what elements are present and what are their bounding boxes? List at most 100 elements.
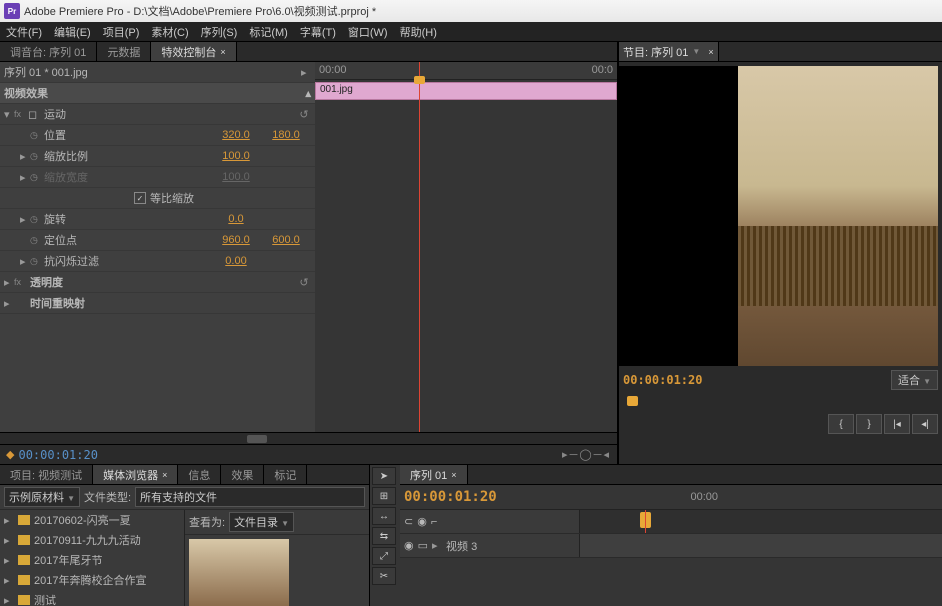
playhead-handle-icon[interactable] (627, 396, 638, 406)
horizontal-scrollbar[interactable] (0, 432, 617, 444)
close-icon[interactable]: × (451, 470, 456, 480)
expand-icon[interactable]: ▸ (20, 255, 30, 268)
mark-out-button[interactable]: } (856, 414, 882, 434)
program-transport: { } |◂ ◂| (619, 410, 942, 438)
tab-info[interactable]: 信息 (178, 465, 221, 484)
position-x-value[interactable]: 320.0 (211, 129, 261, 141)
tab-project[interactable]: 项目: 视频测试 (0, 465, 93, 484)
timeline-timecode[interactable]: 00:00:01:20 (404, 489, 497, 505)
zoom-slider[interactable]: ▸─◯─◂ (562, 448, 611, 461)
tab-metadata[interactable]: 元数据 (97, 42, 151, 61)
uniform-scale-checkbox[interactable]: ✓ (134, 192, 146, 204)
tab-effect-controls[interactable]: 特效控制台 × (151, 42, 236, 61)
mini-timeline-ruler[interactable]: 00:00 00:0 (315, 62, 617, 80)
expand-icon[interactable]: ▸ (4, 574, 14, 587)
menu-clip[interactable]: 素材(C) (151, 24, 188, 40)
effect-timecode[interactable]: 00:00:01:20 (18, 448, 97, 462)
expand-icon[interactable]: ▸ (4, 594, 14, 606)
source-material-select[interactable]: 示例原材料 ▼ (4, 487, 80, 507)
stopwatch-icon[interactable]: ◷ (30, 214, 42, 225)
stopwatch-icon[interactable]: ◷ (30, 151, 42, 162)
close-icon[interactable]: × (162, 470, 167, 480)
playhead[interactable] (419, 62, 420, 432)
timeline-playhead[interactable] (645, 510, 646, 533)
time-remap-row[interactable]: ▸ 时间重映射 (0, 293, 315, 314)
snap-icon[interactable]: ⊂ (404, 515, 413, 528)
folder-item[interactable]: ▸测试 (0, 590, 184, 606)
tab-media-browser[interactable]: 媒体浏览器 × (93, 465, 178, 484)
eye-icon[interactable]: ◉ (404, 539, 414, 552)
view-as-select[interactable]: 文件目录 ▼ (229, 512, 294, 532)
menu-window[interactable]: 窗口(W) (348, 24, 388, 40)
motion-effect-row[interactable]: ▾ fx ◻ 运动 ↺ (0, 104, 315, 125)
video-effects-header[interactable]: 视频效果 ▴ (0, 83, 315, 104)
reset-icon[interactable]: ↺ (297, 108, 311, 121)
timeline-ruler-row[interactable]: ⊂ ◉ ⌐ (400, 510, 942, 534)
step-back-button[interactable]: ◂| (912, 414, 938, 434)
program-preview[interactable] (619, 66, 938, 366)
menu-project[interactable]: 项目(P) (103, 24, 140, 40)
expand-icon[interactable]: ▸ (20, 213, 30, 226)
go-to-in-button[interactable]: |◂ (884, 414, 910, 434)
rotation-value[interactable]: 0.0 (211, 213, 261, 225)
selection-tool[interactable]: ➤ (372, 467, 396, 485)
menu-file[interactable]: 文件(F) (6, 24, 42, 40)
antiflicker-value[interactable]: 0.00 (211, 255, 261, 267)
anchor-x-value[interactable]: 960.0 (211, 234, 261, 246)
stopwatch-icon[interactable]: ◷ (30, 256, 42, 267)
position-y-value[interactable]: 180.0 (261, 129, 311, 141)
expand-icon[interactable]: ▸ (4, 276, 14, 289)
expand-icon[interactable]: ▸ (432, 539, 442, 552)
program-timecode[interactable]: 00:00:01:20 (623, 373, 702, 387)
track-select-tool[interactable]: ⊞ (372, 487, 396, 505)
scale-value[interactable]: 100.0 (211, 150, 261, 162)
menu-edit[interactable]: 编辑(E) (54, 24, 91, 40)
razor-tool[interactable]: ✂ (372, 567, 396, 585)
playhead-handle-icon[interactable] (414, 76, 425, 84)
stopwatch-icon[interactable]: ◷ (30, 130, 42, 141)
menu-sequence[interactable]: 序列(S) (201, 24, 238, 40)
scroll-thumb[interactable] (247, 435, 267, 443)
dropdown-arrow-icon[interactable]: ▼ (692, 47, 700, 56)
tab-program[interactable]: 节目: 序列 01 ▼ × (619, 42, 719, 61)
link-icon[interactable]: ⌐ (431, 516, 437, 528)
tab-effects[interactable]: 效果 (221, 465, 264, 484)
folder-item[interactable]: ▸20170911-九九九活动 (0, 530, 184, 550)
folder-item[interactable]: ▸2017年奔腾校企合作宣 (0, 570, 184, 590)
video-track-row[interactable]: ◉ ▭ ▸ 视频 3 (400, 534, 942, 558)
stopwatch-icon[interactable]: ◷ (30, 235, 42, 246)
opacity-effect-row[interactable]: ▸ fx 透明度 ↺ (0, 272, 315, 293)
anchor-y-value[interactable]: 600.0 (261, 234, 311, 246)
file-type-select[interactable]: 所有支持的文件 (135, 487, 365, 507)
expand-icon[interactable]: ▸ (4, 534, 14, 547)
zoom-fit-select[interactable]: 适合 ▼ (891, 370, 938, 390)
expand-icon[interactable]: ▸ (20, 150, 30, 163)
tab-audio-mixer[interactable]: 调音台: 序列 01 (0, 42, 97, 61)
folder-item[interactable]: ▸20170602-闪亮一夏 (0, 510, 184, 530)
effect-mini-timeline[interactable]: 00:00 00:0 001.jpg (315, 62, 617, 432)
program-scrubber[interactable] (623, 394, 938, 410)
ripple-edit-tool[interactable]: ↔ (372, 507, 396, 525)
folder-item[interactable]: ▸2017年尾牙节 (0, 550, 184, 570)
expand-icon[interactable]: ▾ (4, 108, 14, 121)
menu-title[interactable]: 字幕(T) (300, 24, 336, 40)
expand-icon[interactable]: ▸ (4, 514, 14, 527)
tab-markers[interactable]: 标记 (264, 465, 307, 484)
tab-sequence[interactable]: 序列 01 × (400, 465, 468, 484)
reset-icon[interactable]: ↺ (297, 276, 311, 289)
mark-in-button[interactable]: { (828, 414, 854, 434)
marker-icon[interactable]: ◉ (417, 515, 427, 528)
rate-stretch-tool[interactable]: ⤢ (372, 547, 396, 565)
rolling-edit-tool[interactable]: ⇆ (372, 527, 396, 545)
chevron-right-icon[interactable]: ▸ (301, 66, 311, 79)
menu-marker[interactable]: 标记(M) (249, 24, 288, 40)
close-icon[interactable]: × (708, 47, 713, 57)
collapse-icon[interactable]: ▴ (305, 87, 311, 100)
menu-help[interactable]: 帮助(H) (400, 24, 437, 40)
expand-icon[interactable]: ▸ (4, 554, 14, 567)
clip-bar[interactable]: 001.jpg (315, 82, 617, 100)
lock-icon[interactable]: ▭ (418, 539, 428, 552)
close-icon[interactable]: × (220, 47, 225, 57)
media-thumbnail[interactable] (189, 539, 289, 606)
expand-icon[interactable]: ▸ (4, 297, 14, 310)
